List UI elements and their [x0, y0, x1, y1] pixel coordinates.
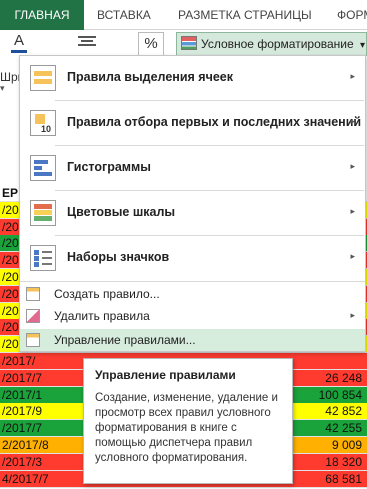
table-cell[interactable]: /2017/9: [2, 404, 42, 418]
chevron-right-icon: ▸: [350, 161, 355, 171]
chevron-right-icon: ▸: [350, 310, 355, 320]
menu-item-label: Удалить правила: [54, 309, 150, 323]
menu-item-data-bars[interactable]: Гистограммы ▸: [20, 146, 365, 190]
table-cell[interactable]: 42 255: [325, 421, 362, 435]
conditional-formatting-label: Условное форматирование: [201, 37, 354, 51]
menu-item-clear-rules[interactable]: Удалить правила ▸: [20, 305, 365, 327]
tab-home[interactable]: ГЛАВНАЯ: [0, 0, 84, 30]
conditional-formatting-icon: [181, 36, 197, 50]
manage-rules-tooltip: Управление правилами Создание, изменение…: [83, 358, 293, 484]
menu-item-top-bottom-rules[interactable]: 10 Правила отбора первых и последних зна…: [20, 101, 365, 145]
tab-page-layout[interactable]: РАЗМЕТКА СТРАНИЦЫ: [178, 0, 312, 30]
chevron-right-icon: ▸: [350, 206, 355, 216]
chevron-down-icon: ▾: [360, 40, 366, 51]
table-cell[interactable]: /2017/: [2, 354, 35, 368]
icon-sets-icon: [30, 245, 56, 271]
excel-window: ГЛАВНАЯ ВСТАВКА РАЗМЕТКА СТРАНИЦЫ ФОРМ A…: [0, 0, 367, 489]
chevron-right-icon: ▸: [350, 116, 355, 126]
chevron-down-icon[interactable]: ▾: [0, 83, 5, 94]
chevron-right-icon: ▸: [350, 251, 355, 261]
menu-item-manage-rules[interactable]: Управление правилами...: [20, 329, 365, 351]
tab-insert[interactable]: ВСТАВКА: [97, 0, 151, 30]
tab-formulas[interactable]: ФОРМ: [337, 0, 367, 30]
ribbon-home-panel: A % Условное форматирование ▾: [0, 30, 367, 58]
table-cell[interactable]: 18 320: [325, 455, 362, 469]
menu-item-label: Правила отбора первых и последних значен…: [67, 115, 362, 129]
tooltip-title: Управление правилами: [95, 368, 236, 382]
tooltip-body: Создание, изменение, удаление и просмотр…: [95, 392, 278, 464]
table-cell[interactable]: /2017/3: [2, 455, 42, 469]
table-cell[interactable]: 9 009: [332, 438, 362, 452]
menu-item-highlight-cells-rules[interactable]: Правила выделения ячеек ▸: [20, 56, 365, 100]
chevron-right-icon: ▸: [350, 71, 355, 81]
menu-divider: [20, 281, 365, 282]
clear-rules-icon: [26, 309, 40, 323]
table-cell[interactable]: /2017/7: [2, 371, 42, 385]
table-cell[interactable]: 26 248: [325, 371, 362, 385]
align-center-icon[interactable]: [78, 36, 96, 50]
data-bars-icon: [30, 155, 56, 181]
table-cell[interactable]: 68 581: [325, 472, 362, 486]
menu-item-new-rule[interactable]: Создать правило...: [20, 283, 365, 305]
menu-item-label: Управление правилами...: [54, 333, 196, 347]
menu-item-label: Создать правило...: [54, 287, 160, 301]
new-rule-icon: [26, 287, 40, 301]
conditional-formatting-button[interactable]: Условное форматирование ▾: [176, 32, 367, 56]
table-cell[interactable]: /2017/1: [2, 388, 42, 402]
menu-item-label: Цветовые шкалы: [67, 205, 176, 219]
menu-item-icon-sets[interactable]: Наборы значков ▸: [20, 236, 365, 280]
highlight-cells-rules-icon: [30, 65, 56, 91]
font-color-button[interactable]: A: [10, 32, 28, 54]
conditional-formatting-menu: Правила выделения ячеек ▸ 10 Правила отб…: [19, 55, 366, 352]
color-scales-icon: [30, 200, 56, 226]
manage-rules-icon: [26, 333, 40, 347]
table-cell[interactable]: /2017/7: [2, 421, 42, 435]
menu-item-label: Наборы значков: [67, 250, 170, 264]
top-bottom-rules-icon: 10: [30, 110, 56, 136]
table-cell[interactable]: 42 852: [325, 404, 362, 418]
percent-format-button[interactable]: %: [138, 32, 164, 56]
table-cell[interactable]: 2/2017/8: [2, 438, 49, 452]
table-cell[interactable]: 100 854: [319, 388, 362, 402]
ribbon-tab-bar: ГЛАВНАЯ ВСТАВКА РАЗМЕТКА СТРАНИЦЫ ФОРМ: [0, 0, 367, 30]
menu-item-color-scales[interactable]: Цветовые шкалы ▸: [20, 191, 365, 235]
menu-item-label: Правила выделения ячеек: [67, 70, 233, 84]
menu-item-label: Гистограммы: [67, 160, 151, 174]
table-cell[interactable]: 4/2017/7: [2, 472, 49, 486]
